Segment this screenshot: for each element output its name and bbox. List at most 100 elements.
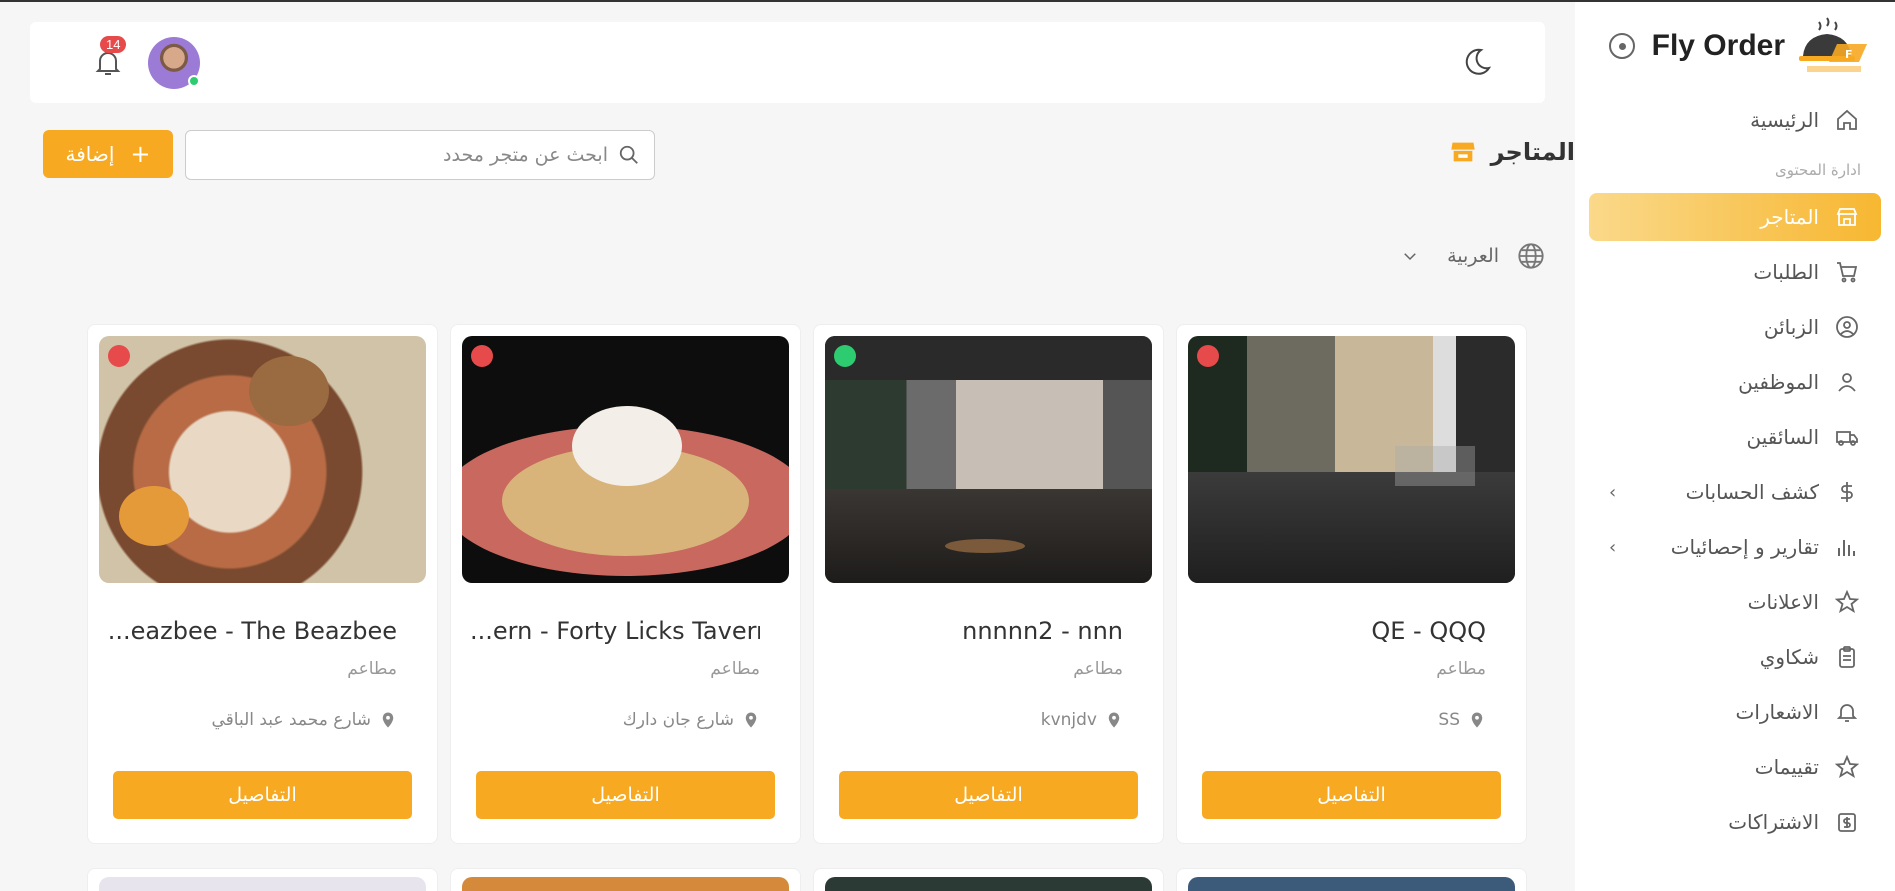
- store-image: [462, 336, 789, 583]
- location-pin-icon: [1108, 712, 1120, 728]
- cart-icon: [1833, 258, 1861, 286]
- sidebar-item-home[interactable]: الرئيسية: [1589, 96, 1881, 144]
- sidebar-item-label: تقييمات: [1754, 755, 1819, 779]
- store-title: QE - QQQ: [1371, 617, 1486, 645]
- sidebar-item-ratings[interactable]: تقييمات: [1589, 743, 1881, 791]
- location-pin-icon: [382, 712, 394, 728]
- star-icon: [1833, 753, 1861, 781]
- store-icon: [1833, 203, 1861, 231]
- sidebar-item-label: كشف الحسابات: [1685, 480, 1819, 504]
- store-card: [87, 868, 438, 891]
- store-category: مطاعم: [1073, 659, 1123, 679]
- search-input[interactable]: [200, 144, 608, 166]
- store-card: [450, 868, 801, 891]
- fly-order-logo: F: [1797, 16, 1871, 76]
- svg-text:F: F: [1845, 48, 1853, 61]
- store-address: شارع محمد عبد الباقي: [211, 709, 397, 731]
- notification-count-badge: 14: [100, 36, 127, 53]
- sidebar-item-drivers[interactable]: السائقين: [1589, 413, 1881, 461]
- store-title: nnnnn2 - nnn: [962, 617, 1123, 645]
- sidebar-item-customers[interactable]: الزبائن: [1589, 303, 1881, 351]
- moon-icon: [1465, 48, 1492, 75]
- store-status-indicator: [108, 345, 130, 367]
- store-title: ...ern - Forty Licks Tavern: [470, 617, 760, 645]
- sidebar-item-label: الطلبات: [1753, 260, 1819, 284]
- sidebar-nav: الرئيسية ادارة المحتوى المتاجر الطلبات ا…: [1575, 96, 1895, 853]
- store-details-button[interactable]: التفاصيل: [113, 771, 412, 819]
- sidebar-item-label: الموظفين: [1738, 370, 1819, 394]
- sidebar: Fly Order F الرئيسية ادارة المحتوى المتا…: [1575, 2, 1895, 891]
- chevron-left-icon: ‹: [1609, 536, 1617, 558]
- store-title: ...eazbee - The Beazbee: [107, 617, 397, 645]
- store-card: [813, 868, 1164, 891]
- page-title: المتاجر: [1449, 138, 1575, 166]
- language-label: العربية: [1447, 245, 1499, 267]
- store-grid-next-row: [49, 868, 1527, 891]
- clipboard-icon: [1833, 643, 1861, 671]
- add-button-label: إضافة: [65, 142, 115, 166]
- bar-chart-icon: [1833, 533, 1861, 561]
- sidebar-item-label: المتاجر: [1760, 205, 1819, 229]
- sidebar-item-employees[interactable]: الموظفين: [1589, 358, 1881, 406]
- sidebar-section-label: ادارة المحتوى: [1775, 161, 1861, 179]
- store-status-indicator: [834, 345, 856, 367]
- sidebar-collapse-toggle[interactable]: [1609, 33, 1635, 59]
- home-icon: [1833, 106, 1861, 134]
- store-address: SS: [1438, 709, 1486, 731]
- store-image: [825, 336, 1152, 583]
- store-category: مطاعم: [710, 659, 760, 679]
- sidebar-item-account-statement[interactable]: كشف الحسابات ‹: [1589, 468, 1881, 516]
- language-selector[interactable]: العربية: [1401, 242, 1545, 270]
- sidebar-item-subscriptions[interactable]: الاشتراكات: [1589, 798, 1881, 846]
- store-status-indicator: [1197, 345, 1219, 367]
- online-status-indicator: [188, 75, 200, 87]
- store-card: QE - QQQ مطاعم SS التفاصيل: [1176, 324, 1527, 844]
- store-details-button[interactable]: التفاصيل: [1202, 771, 1501, 819]
- store-status-indicator: [471, 345, 493, 367]
- location-pin-icon: [1471, 712, 1483, 728]
- sidebar-item-label: تقارير و إحصائيات: [1670, 535, 1819, 559]
- bell-icon: [1833, 698, 1861, 726]
- user-icon: [1833, 368, 1861, 396]
- store-address-text: kvnjdv: [1040, 710, 1097, 730]
- sidebar-item-stores[interactable]: المتاجر: [1589, 193, 1881, 241]
- store-image: [1188, 877, 1515, 891]
- sidebar-item-reports[interactable]: تقارير و إحصائيات ‹: [1589, 523, 1881, 571]
- store-image: [99, 877, 426, 891]
- store-category: مطاعم: [1436, 659, 1486, 679]
- sidebar-item-label: السائقين: [1746, 425, 1819, 449]
- store-image: [825, 877, 1152, 891]
- user-avatar[interactable]: [148, 37, 200, 89]
- page-toolbar: المتاجر إضافة +: [30, 130, 1575, 180]
- top-bar: 14: [30, 22, 1545, 103]
- store-details-button[interactable]: التفاصيل: [476, 771, 775, 819]
- money-bill-icon: [1833, 808, 1861, 836]
- store-address-text: SS: [1438, 710, 1460, 730]
- add-store-button[interactable]: إضافة +: [43, 130, 173, 178]
- store-address: شارع جان دارك: [623, 709, 760, 731]
- dollar-icon: [1833, 478, 1861, 506]
- store-icon: [1449, 138, 1477, 166]
- notifications-button[interactable]: 14: [88, 36, 128, 82]
- sidebar-item-label: الاعلانات: [1747, 590, 1819, 614]
- search-box: [185, 130, 655, 180]
- brand-header: Fly Order F: [1609, 16, 1871, 76]
- store-card: ...eazbee - The Beazbee مطاعم شارع محمد …: [87, 324, 438, 844]
- sidebar-item-orders[interactable]: الطلبات: [1589, 248, 1881, 296]
- store-card: [1176, 868, 1527, 891]
- store-card: ...ern - Forty Licks Tavern مطاعم شارع ج…: [450, 324, 801, 844]
- truck-icon: [1833, 423, 1861, 451]
- sidebar-item-label: شكاوي: [1759, 645, 1819, 669]
- main-content: 14 المتاجر إضافة + العربية: [0, 2, 1575, 891]
- sidebar-item-notifications[interactable]: الاشعارات: [1589, 688, 1881, 736]
- chevron-left-icon: ‹: [1609, 481, 1617, 503]
- store-card: nnnnn2 - nnn مطاعم kvnjdv التفاصيل: [813, 324, 1164, 844]
- user-circle-icon: [1833, 313, 1861, 341]
- store-details-button[interactable]: التفاصيل: [839, 771, 1138, 819]
- chevron-down-icon: [1404, 253, 1416, 261]
- sidebar-item-complaints[interactable]: شكاوي: [1589, 633, 1881, 681]
- dark-mode-toggle[interactable]: [1459, 44, 1495, 80]
- sidebar-item-ads[interactable]: الاعلانات: [1589, 578, 1881, 626]
- page-title-text: المتاجر: [1490, 138, 1575, 166]
- brand-title: Fly Order: [1651, 29, 1785, 62]
